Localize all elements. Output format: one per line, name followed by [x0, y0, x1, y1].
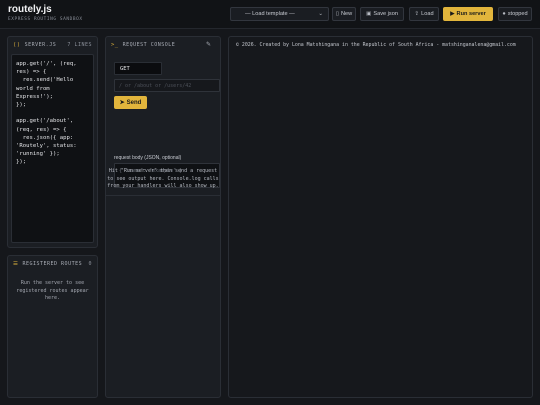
send-button-label: Send	[126, 99, 142, 106]
url-input[interactable]: / or /about or /users/42	[114, 79, 220, 92]
routes-count: 0	[88, 261, 92, 267]
server-panel-title: SERVER.JS	[24, 42, 57, 48]
load-button[interactable]: ⇪ Load	[409, 7, 439, 21]
save-icon: ▣	[366, 11, 372, 17]
server-panel: ⟨⟩ SERVER.JS 7 LINES app.get('/', (req, …	[7, 36, 98, 248]
server-panel-header: ⟨⟩ SERVER.JS 7 LINES	[8, 37, 97, 53]
terminal-icon: >_	[111, 42, 119, 48]
run-server-button[interactable]: ▶ Run server	[443, 7, 493, 21]
request-console-title: REQUEST CONSOLE	[122, 42, 176, 48]
new-button[interactable]: ▯ New	[332, 7, 356, 21]
save-json-button[interactable]: ▣ Save json	[360, 7, 404, 21]
request-console-header: >_ REQUEST CONSOLE	[106, 37, 220, 53]
console-empty-message: Hit "Run server" then send a request to …	[107, 168, 219, 189]
routes-empty-hint: Run the server to see registered routes …	[16, 280, 89, 301]
play-icon: ▶	[450, 11, 455, 17]
request-body-label: request body (JSON, optional)	[114, 155, 182, 161]
template-select[interactable]: — Load template — ⌄	[230, 7, 329, 21]
copyright-text: © 2026. Created by Lona Matshingana in t…	[236, 42, 516, 48]
load-button-label: Load	[421, 11, 434, 17]
request-console-panel: >_ REQUEST CONSOLE ✎ GET / or /about or …	[105, 36, 221, 398]
template-select-label: — Load template —	[245, 11, 295, 17]
clear-console-icon[interactable]: ✎	[206, 41, 211, 48]
chevron-down-icon: ⌄	[318, 11, 323, 17]
routes-panel: ☰ REGISTERED ROUTES 0 Run the server to …	[7, 255, 98, 398]
run-button-label: Run server	[456, 11, 486, 17]
send-icon: ➤	[119, 100, 125, 106]
save-button-label: Save json	[373, 11, 398, 17]
status-dot-icon: ●	[502, 11, 506, 17]
upload-icon: ⇪	[414, 11, 420, 17]
code-icon: ⟨⟩	[13, 42, 21, 48]
line-count: 7 LINES	[67, 42, 92, 48]
new-file-icon: ▯	[335, 11, 339, 17]
console-divider	[106, 195, 220, 196]
routes-panel-header: ☰ REGISTERED ROUTES 0	[8, 256, 97, 272]
method-select[interactable]: GET	[114, 62, 162, 75]
output-panel: © 2026. Created by Lona Matshingana in t…	[228, 36, 533, 398]
send-button[interactable]: ➤ Send	[114, 96, 147, 109]
app-tagline: EXPRESS ROUTING SANDBOX	[8, 17, 83, 22]
app-title: routely.js	[8, 4, 52, 15]
routes-icon: ☰	[13, 261, 19, 267]
server-status-label: stopped	[507, 11, 528, 17]
code-editor[interactable]: app.get('/', (req, res) => { res.send('H…	[11, 54, 94, 243]
app-header: routely.js EXPRESS ROUTING SANDBOX — Loa…	[0, 0, 540, 29]
routes-panel-title: REGISTERED ROUTES	[22, 261, 83, 267]
new-button-label: New	[340, 11, 353, 17]
server-status-badge: ● stopped	[498, 7, 532, 21]
